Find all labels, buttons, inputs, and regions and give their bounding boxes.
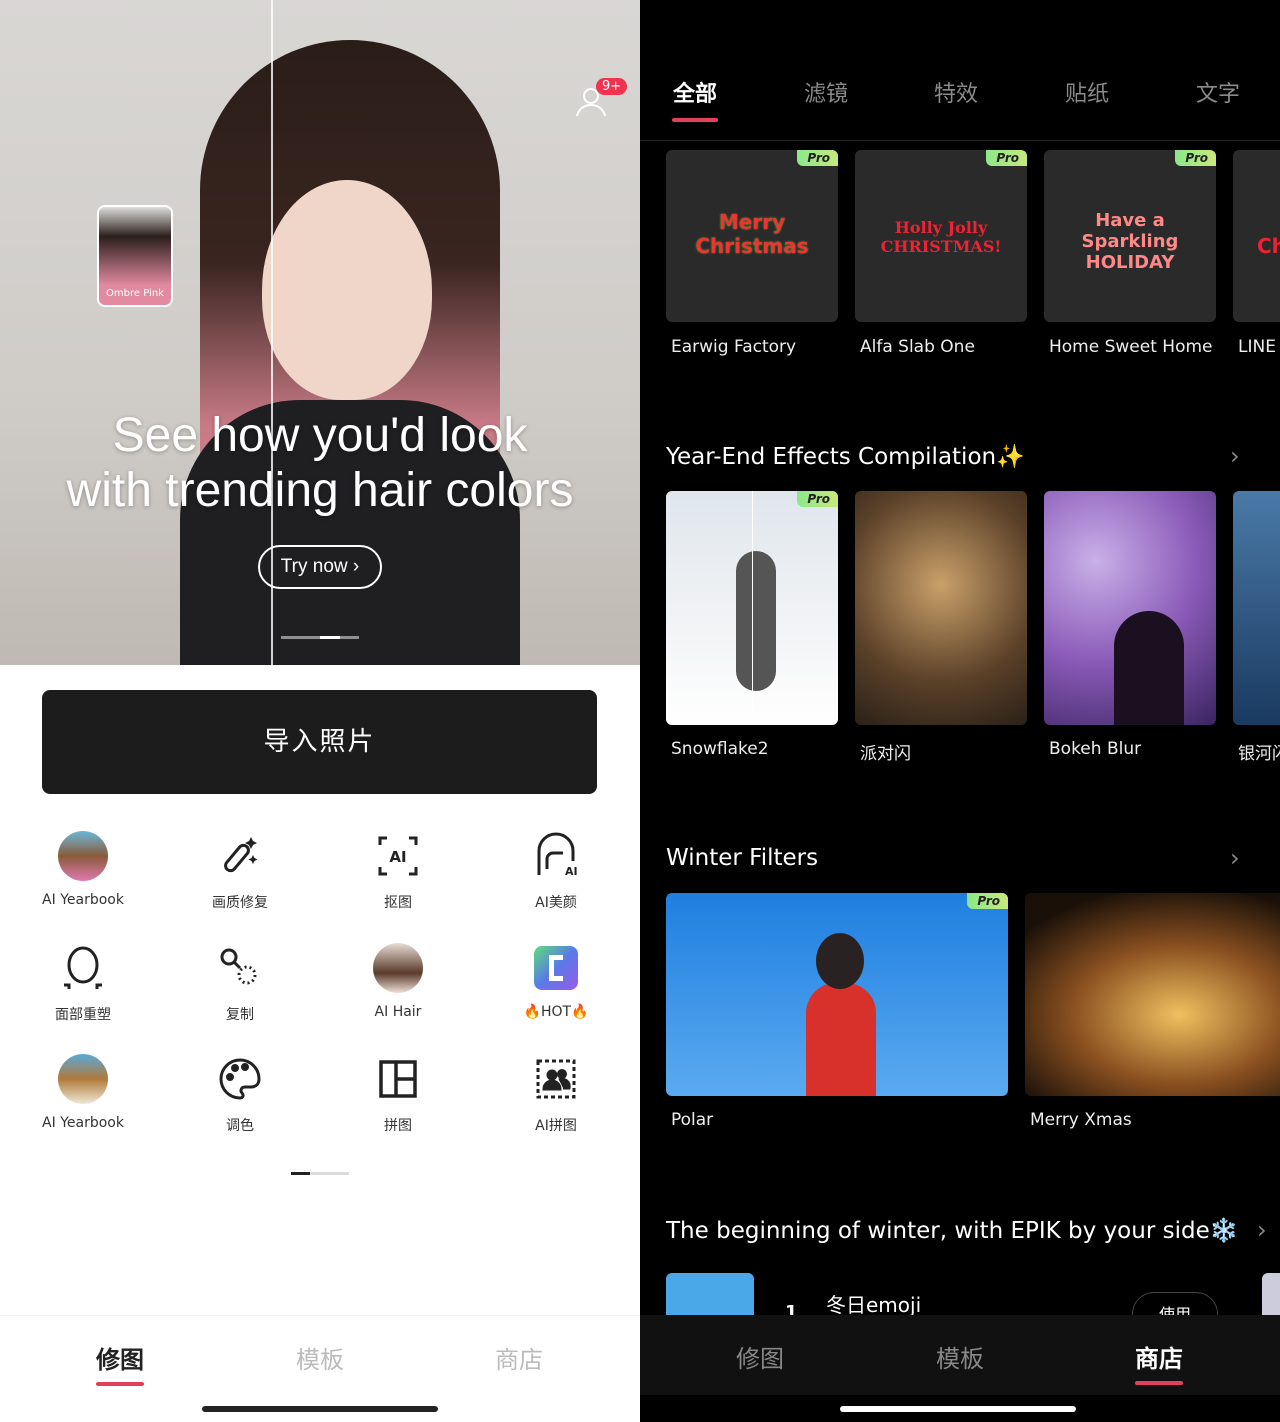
tool-aiyearbook[interactable]: AI Yearbook xyxy=(13,1053,153,1131)
left-screen: Ombre Pink 9+ See how you'd look with tr… xyxy=(0,0,640,1422)
hero-banner[interactable]: Ombre Pink 9+ See how you'd look with tr… xyxy=(0,0,640,665)
avatar xyxy=(372,942,424,994)
collage-icon xyxy=(372,1053,424,1105)
avatar xyxy=(57,830,109,882)
try-now-button[interactable]: Try now › xyxy=(258,545,382,589)
chevron-right-icon[interactable]: › xyxy=(1230,844,1240,872)
filter-name: Polar xyxy=(671,1110,714,1130)
nav-edit[interactable]: 修图 xyxy=(700,1339,820,1374)
tool-label: 画质修复 xyxy=(212,895,268,911)
svg-text:AI: AI xyxy=(389,848,406,866)
tool-label: 🔥HOT🔥 xyxy=(523,1004,589,1020)
clone-icon xyxy=(214,942,266,994)
font-card[interactable]: Ch xyxy=(1233,150,1280,322)
effect-card[interactable] xyxy=(1044,491,1216,725)
filter-card[interactable]: Pro xyxy=(666,893,1008,1096)
face-reshape-icon xyxy=(57,942,109,994)
section-title: Winter Filters xyxy=(666,845,819,871)
hero-title-line1: See how you'd look xyxy=(112,409,528,462)
notification-badge: 9+ xyxy=(596,78,628,95)
nav-store[interactable]: 商店 xyxy=(1099,1339,1219,1385)
tool-label: 面部重塑 xyxy=(55,1007,111,1023)
nav-edit[interactable]: 修图 xyxy=(60,1340,180,1386)
tab-filters[interactable]: 滤镜 xyxy=(786,76,866,108)
tool-复制[interactable]: 复制 xyxy=(170,942,310,1024)
app-logo-icon xyxy=(530,942,582,994)
bottom-nav: 修图 模板 商店 xyxy=(0,1315,640,1395)
tool-label: 抠图 xyxy=(384,895,412,911)
divider xyxy=(640,140,1280,141)
section-title: The beginning of winter, with EPIK by yo… xyxy=(666,1218,1239,1244)
tab-stickers[interactable]: 贴纸 xyxy=(1047,76,1127,108)
tool-ai拼图[interactable]: AI拼图 xyxy=(486,1053,626,1135)
tool-label: 复制 xyxy=(226,1007,254,1023)
tool-label: AI拼图 xyxy=(535,1118,577,1134)
font-name: Home Sweet Home xyxy=(1049,337,1213,357)
magic-wand-icon xyxy=(214,830,266,882)
tool-label: AI Yearbook xyxy=(42,892,124,908)
effect-card[interactable]: Pro xyxy=(666,491,838,725)
effect-card[interactable] xyxy=(855,491,1027,725)
chevron-right-icon[interactable]: › xyxy=(1257,1216,1267,1244)
tool-hot[interactable]: 🔥HOT🔥 xyxy=(486,942,626,1020)
tool-ai美颜[interactable]: AI AI美颜 xyxy=(486,830,626,912)
tool-抠图[interactable]: AI 抠图 xyxy=(328,830,468,912)
tool-label: AI美颜 xyxy=(535,895,577,911)
ai-collage-icon xyxy=(530,1053,582,1105)
home-indicator xyxy=(840,1406,1076,1412)
tool-label: 拼图 xyxy=(384,1118,412,1134)
carousel-indicator xyxy=(281,636,359,639)
font-card[interactable]: Merry Christmas Pro xyxy=(666,150,838,322)
palette-icon xyxy=(214,1053,266,1105)
effect-name: 银河闪 xyxy=(1238,744,1280,764)
right-screen: 全部 滤镜 特效 贴纸 文字 Merry Christmas Pro Holly… xyxy=(640,0,1280,1422)
ai-cutout-icon: AI xyxy=(372,830,424,882)
avatar xyxy=(57,1053,109,1105)
bottom-nav: 修图 模板 商店 xyxy=(640,1315,1280,1395)
tool-page-indicator xyxy=(291,1172,349,1175)
hair-color-thumbnail[interactable]: Ombre Pink xyxy=(97,205,173,307)
nav-templates[interactable]: 模板 xyxy=(260,1340,380,1375)
tool-label: AI Yearbook xyxy=(42,1115,124,1131)
effect-name: Bokeh Blur xyxy=(1049,739,1142,759)
tab-text[interactable]: 文字 xyxy=(1178,76,1258,108)
effect-name: 派对闪 xyxy=(860,744,911,764)
nav-store[interactable]: 商店 xyxy=(459,1340,579,1375)
tool-拼图[interactable]: 拼图 xyxy=(328,1053,468,1135)
tool-label: 调色 xyxy=(226,1118,254,1134)
import-photo-button[interactable]: 导入照片 xyxy=(42,690,597,794)
filter-name: Merry Xmas xyxy=(1030,1110,1132,1130)
tool-调色[interactable]: 调色 xyxy=(170,1053,310,1135)
active-tab-underline xyxy=(672,118,718,122)
tool-面部重塑[interactable]: 面部重塑 xyxy=(13,942,153,1024)
section-title: Year-End Effects Compilation✨ xyxy=(666,444,1025,470)
font-name: Earwig Factory xyxy=(671,337,797,357)
effect-name: Snowflake2 xyxy=(671,739,769,759)
tool-aiyearbook[interactable]: AI Yearbook xyxy=(13,830,153,908)
svg-text:AI: AI xyxy=(565,865,578,878)
hero-image-face xyxy=(262,180,432,400)
hero-title-line2: with trending hair colors xyxy=(66,464,574,517)
font-card[interactable]: Holly Jolly CHRISTMAS! Pro xyxy=(855,150,1027,322)
font-name: Alfa Slab One xyxy=(860,337,975,357)
tool-画质修复[interactable]: 画质修复 xyxy=(170,830,310,912)
tab-effects[interactable]: 特效 xyxy=(916,76,996,108)
tab-all[interactable]: 全部 xyxy=(655,76,735,108)
filter-card[interactable] xyxy=(1025,893,1280,1096)
chevron-right-icon[interactable]: › xyxy=(1230,442,1240,470)
font-card[interactable]: Have a Sparkling HOLIDAY Pro xyxy=(1044,150,1216,322)
effect-card[interactable] xyxy=(1233,491,1280,725)
ai-beauty-icon: AI xyxy=(530,830,582,882)
nav-templates[interactable]: 模板 xyxy=(900,1339,1020,1374)
tool-label: AI Hair xyxy=(374,1004,422,1020)
home-indicator xyxy=(202,1406,438,1412)
tool-aihair[interactable]: AI Hair xyxy=(328,942,468,1020)
sticker-pack-name: 冬日emoji xyxy=(826,1293,922,1317)
font-name: LINE xyxy=(1238,337,1276,357)
